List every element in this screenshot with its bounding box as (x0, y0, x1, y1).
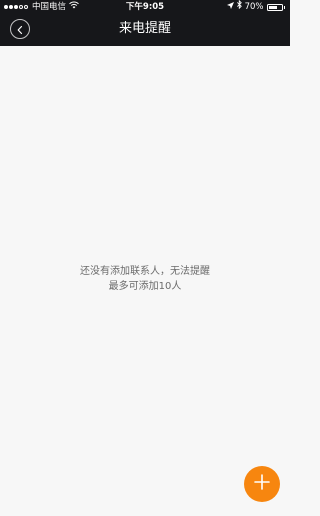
bluetooth-icon (236, 0, 242, 14)
empty-state-line1: 还没有添加联系人，无法提醒 (80, 266, 210, 277)
status-bar: 中国电信 下午9:05 70% (0, 0, 290, 14)
page-title: 来电提醒 (118, 21, 171, 36)
top-bar: 中国电信 下午9:05 70% 来电提醒 (0, 0, 290, 46)
battery-fill (268, 5, 277, 9)
status-right: 70% (226, 0, 285, 14)
battery-percent: 70% (244, 2, 264, 12)
plus-icon (254, 474, 270, 494)
battery-icon (266, 3, 283, 11)
add-contact-button[interactable] (244, 466, 280, 502)
location-arrow-icon (226, 0, 234, 14)
empty-state-message: 还没有添加联系人，无法提醒 最多可添加10人 (0, 264, 290, 294)
nav-bar: 来电提醒 (0, 14, 290, 46)
empty-state-line2: 最多可添加10人 (108, 281, 182, 292)
battery-tip (283, 5, 285, 9)
